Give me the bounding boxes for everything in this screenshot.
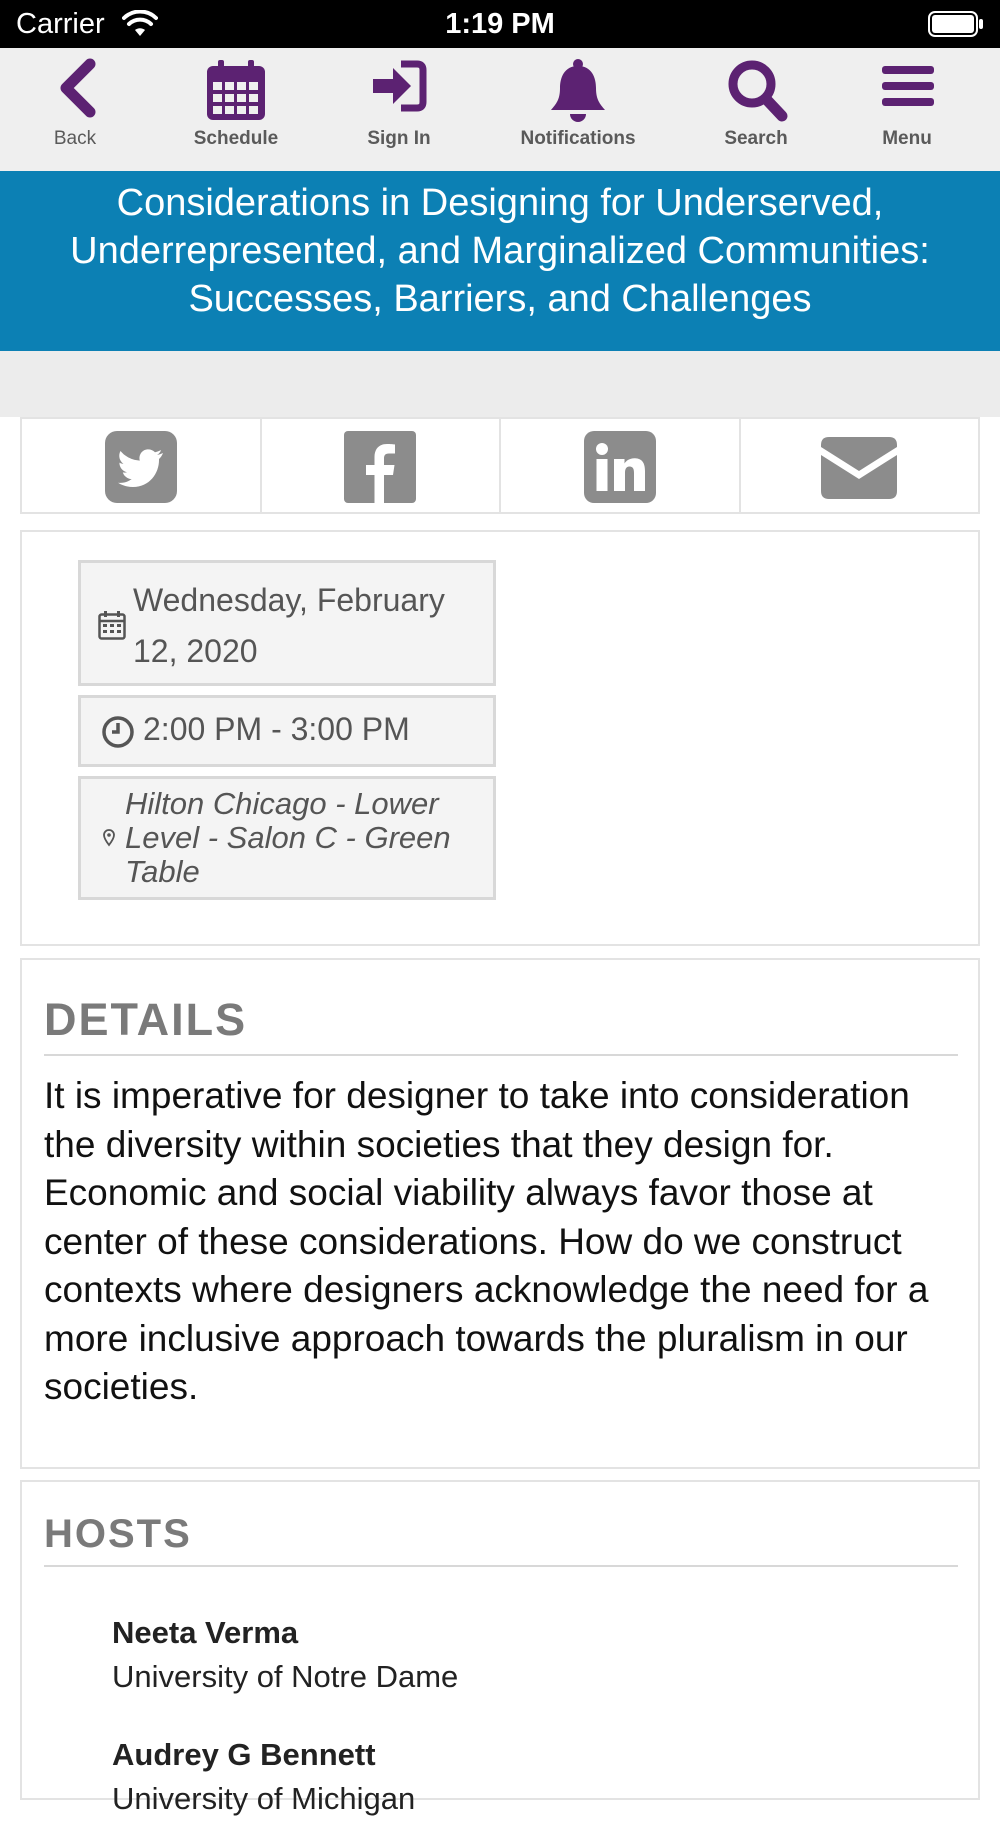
host-name: Neeta Verma xyxy=(112,1615,299,1650)
session-title-banner: Considerations in Designing for Underser… xyxy=(0,171,1000,351)
share-linkedin-button[interactable] xyxy=(501,419,741,512)
session-title: Considerations in Designing for Underser… xyxy=(70,182,930,320)
share-facebook-button[interactable] xyxy=(262,419,501,512)
session-info-card: Wednesday, February 12, 2020 2:00 PM - 3… xyxy=(20,530,980,946)
twitter-icon xyxy=(104,431,177,503)
calendar-icon xyxy=(207,60,265,120)
host-organization: University of Notre Dame xyxy=(112,1659,459,1694)
notifications-button[interactable]: Notifications xyxy=(508,48,648,171)
host-item[interactable]: Neeta Verma University of Notre Dame xyxy=(112,1612,458,1700)
share-twitter-button[interactable] xyxy=(22,419,262,512)
details-heading: DETAILS xyxy=(44,994,958,1056)
notifications-label: Notifications xyxy=(520,128,636,149)
hosts-heading: HOSTS xyxy=(44,1512,958,1567)
linkedin-icon xyxy=(583,431,656,503)
menu-button[interactable]: Menu xyxy=(862,48,952,171)
share-bar xyxy=(20,417,980,514)
top-toolbar: Back Schedule Sign In Notifications Sear… xyxy=(0,48,1000,171)
sign-in-button[interactable]: Sign In xyxy=(344,48,454,171)
details-card: DETAILS It is imperative for designer to… xyxy=(20,958,980,1469)
back-label: Back xyxy=(53,128,97,149)
schedule-button[interactable]: Schedule xyxy=(180,48,292,171)
sign-in-label: Sign In xyxy=(367,128,431,149)
bell-icon xyxy=(551,59,605,122)
host-name: Audrey G Bennett xyxy=(112,1737,376,1772)
menu-icon xyxy=(882,66,934,106)
chevron-left-icon xyxy=(60,58,96,118)
clock: 1:19 PM xyxy=(445,8,555,40)
session-time: 2:00 PM - 3:00 PM xyxy=(78,695,496,767)
search-label: Search xyxy=(724,128,788,149)
sign-in-icon xyxy=(373,60,427,112)
session-date-text: Wednesday, February 12, 2020 xyxy=(133,582,445,669)
search-button[interactable]: Search xyxy=(706,48,806,171)
battery-icon xyxy=(928,11,983,37)
host-item[interactable]: Audrey G Bennett University of Michigan xyxy=(112,1734,415,1822)
session-date: Wednesday, February 12, 2020 xyxy=(78,560,496,686)
back-button[interactable]: Back xyxy=(22,48,128,171)
clock-icon xyxy=(102,716,134,748)
calendar-icon xyxy=(98,611,126,640)
schedule-label: Schedule xyxy=(193,128,279,149)
session-time-text: 2:00 PM - 3:00 PM xyxy=(143,711,410,747)
map-pin-icon xyxy=(103,829,115,847)
session-location-text: Hilton Chicago - Lower Level - Salon C -… xyxy=(125,786,451,889)
status-bar: Carrier 1:19 PM xyxy=(0,0,1000,48)
menu-label: Menu xyxy=(882,128,932,149)
banner-spacer xyxy=(0,351,1000,417)
search-icon xyxy=(728,60,788,122)
details-body: It is imperative for designer to take in… xyxy=(44,1075,929,1407)
share-email-button[interactable] xyxy=(741,419,979,512)
session-location[interactable]: Hilton Chicago - Lower Level - Salon C -… xyxy=(78,776,496,900)
host-organization: University of Michigan xyxy=(112,1781,416,1816)
hosts-card: HOSTS Neeta Verma University of Notre Da… xyxy=(20,1480,980,1816)
email-icon xyxy=(821,437,898,499)
facebook-icon xyxy=(344,431,417,503)
